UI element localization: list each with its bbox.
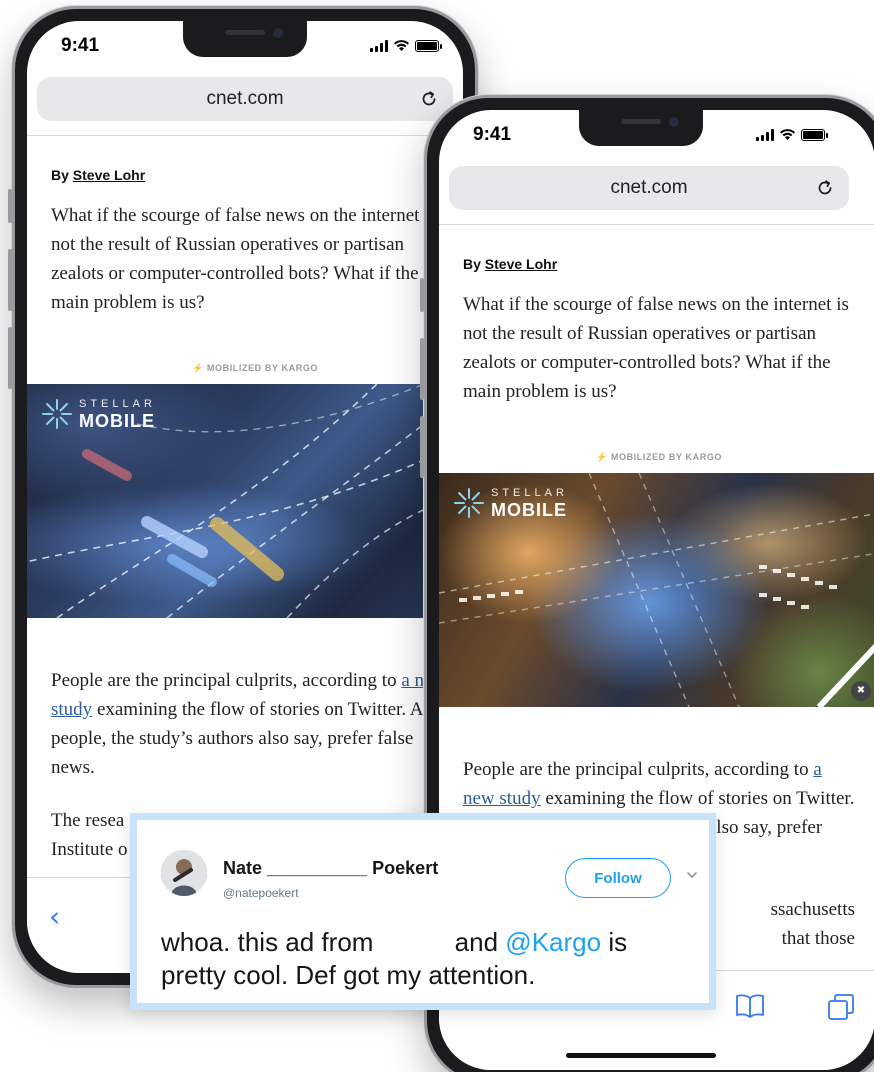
avatar-person-icon (161, 850, 207, 896)
status-time: 9:41 (61, 35, 100, 56)
bolt-icon: ⚡ (595, 452, 608, 462)
article-paragraph-1: What if the scourge of false news on the… (463, 294, 849, 402)
chevron-down-icon[interactable] (685, 868, 699, 882)
ad-brand-line2: MOBILE (491, 499, 567, 520)
silent-switch (8, 189, 12, 223)
cellular-signal-icon (756, 128, 774, 141)
starburst-logo-icon (454, 488, 484, 518)
cellular-signal-icon (370, 39, 388, 52)
url-text: cnet.com (206, 88, 284, 109)
ad-brand-line1: STELLAR (491, 486, 568, 499)
camera-icon (669, 117, 679, 127)
article-paragraph-1: What if the scourge of false news on the… (51, 205, 437, 313)
ad-brand-line2: MOBILE (79, 410, 155, 431)
notch (183, 21, 307, 57)
tweet-author-handle[interactable]: @natepoekert (223, 886, 299, 900)
status-icons (370, 39, 442, 52)
tabs-icon[interactable] (827, 993, 855, 1021)
tweet-author-name[interactable]: Nate __________ Poekert (223, 858, 438, 879)
wifi-icon (780, 129, 795, 140)
wifi-icon (394, 40, 409, 51)
volume-up-button (8, 249, 12, 311)
tweet-text: whoa. this ad from and @Kargo is pretty … (161, 927, 628, 990)
avatar[interactable] (161, 850, 207, 896)
silent-switch-right (420, 278, 424, 312)
starburst-logo-icon (42, 399, 72, 429)
tweet-card: Nate __________ Poekert @natepoekert Fol… (130, 813, 716, 1010)
kargo-mention-link[interactable]: @Kargo (505, 927, 601, 957)
byline-prefix: By (51, 167, 69, 183)
url-text: cnet.com (610, 177, 688, 198)
camera-icon (273, 28, 283, 38)
bookmarks-icon[interactable] (735, 993, 765, 1019)
status-icons (756, 128, 828, 141)
bolt-icon: ⚡ (191, 363, 204, 373)
mobilized-by-label: ⚡ MOBILIZED BY KARGO (595, 452, 723, 462)
mute-icon[interactable]: ✖ (851, 681, 871, 701)
volume-down-button-right (420, 416, 424, 478)
reload-icon[interactable] (815, 178, 835, 198)
volume-down-button (8, 327, 12, 389)
ad-brand-line1: STELLAR (79, 397, 156, 410)
byline: By Steve Lohr (51, 167, 459, 183)
reload-icon[interactable] (419, 89, 439, 109)
volume-up-button-right (420, 338, 424, 400)
back-chevron-icon[interactable]: ‹ (49, 900, 60, 933)
article-paragraph-2: People are the principal culprits, accor… (51, 666, 459, 782)
author-link[interactable]: Steve Lohr (73, 167, 145, 183)
byline-prefix: By (463, 256, 481, 272)
ad-banner[interactable]: STELLAR MOBILE ✖ (439, 473, 874, 707)
home-indicator (566, 1053, 716, 1058)
follow-button[interactable]: Follow (565, 858, 671, 898)
battery-icon (415, 39, 442, 52)
ad-banner[interactable]: STELLAR MOBILE (27, 384, 463, 618)
byline: By Steve Lohr (463, 256, 855, 272)
ad-brand-logo: STELLAR MOBILE (41, 398, 156, 430)
notch (579, 110, 703, 146)
author-link[interactable]: Steve Lohr (485, 256, 557, 272)
ad-brand-logo: STELLAR MOBILE (453, 487, 568, 519)
status-time: 9:41 (473, 124, 512, 145)
mobilized-by-label: ⚡ MOBILIZED BY KARGO (191, 363, 319, 373)
address-bar[interactable]: cnet.com (449, 166, 849, 210)
address-bar[interactable]: cnet.com (37, 77, 453, 121)
battery-icon (801, 128, 828, 141)
article: By Steve Lohr What if the scourge of fal… (27, 135, 463, 864)
